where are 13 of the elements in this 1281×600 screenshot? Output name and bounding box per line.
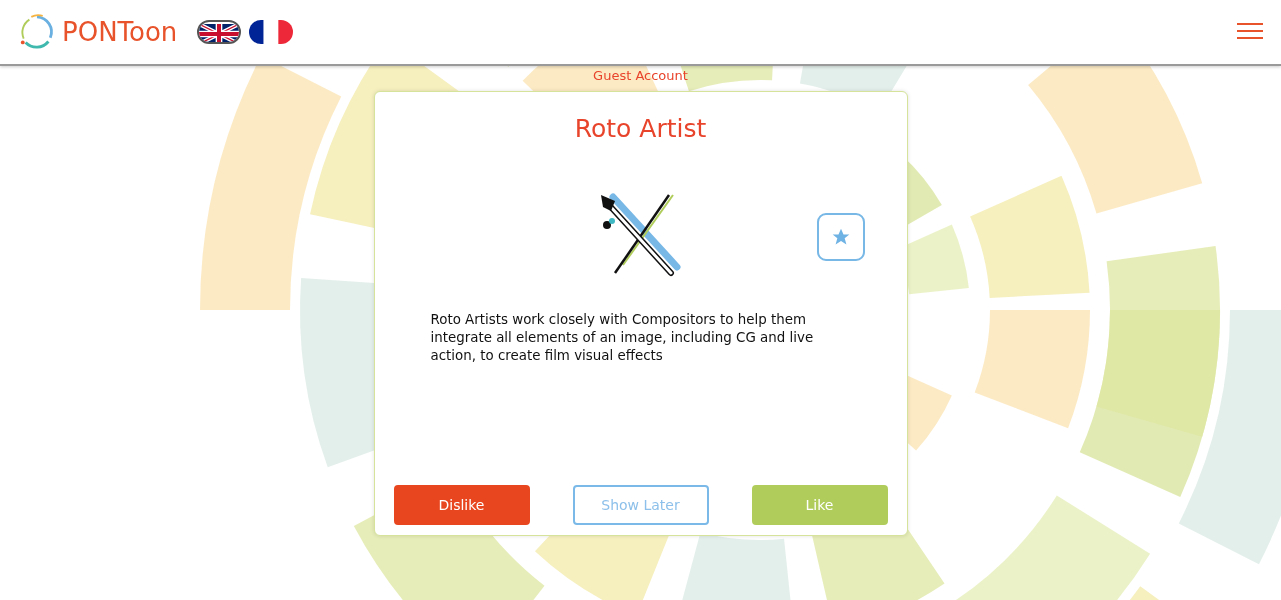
menu-icon [1237, 21, 1263, 40]
account-label: Guest Account [593, 68, 688, 83]
like-button[interactable]: Like [751, 485, 888, 525]
later-button[interactable]: Show Later [572, 485, 709, 525]
card-description: Roto Artists work closely with Compositors to help them integrate all elements of an image, including CG and live action, to create film visual effects [430, 311, 815, 365]
logo-icon [18, 13, 56, 51]
brand-name: PONToon [62, 17, 178, 47]
language-button[interactable] [197, 20, 242, 44]
card-title: Roto Artist [574, 114, 707, 143]
uk-flag-icon [199, 22, 240, 42]
france-flag-icon [249, 20, 294, 44]
language-button[interactable] [249, 20, 294, 44]
dislike-button[interactable]: Dislike [393, 485, 530, 525]
